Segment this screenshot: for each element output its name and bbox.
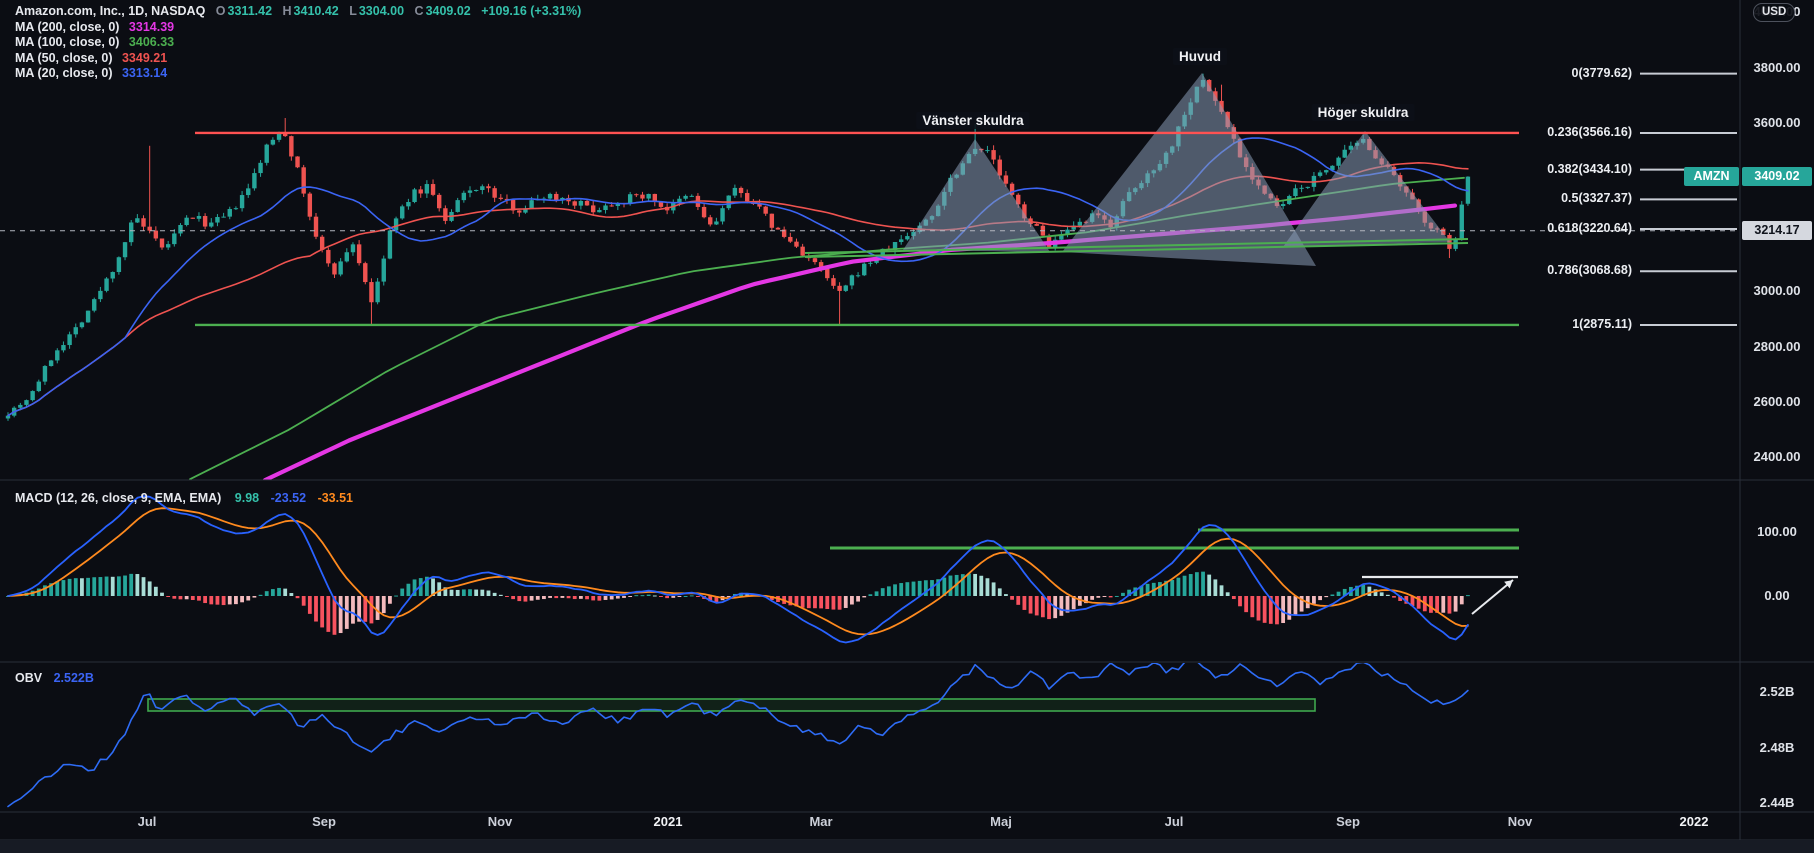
macd-hist-value: 9.98 [235,491,259,505]
time-tick: 2022 [1680,814,1709,829]
ma200-label: MA (200, close, 0) [15,20,119,34]
ma200-value: 3314.39 [129,20,174,34]
macd-legend-row[interactable]: MACD (12, 26, close, 9, EMA, EMA) 9.98 -… [15,491,353,507]
macd-line-value: -23.52 [271,491,306,505]
macd-pane[interactable] [6,496,1519,642]
fib-level-label: 0.786(3068.68) [1547,263,1632,277]
time-tick: Maj [990,814,1012,829]
high-key: H [283,4,292,18]
pattern-triangle-left-shoulder[interactable] [903,139,1050,252]
chart-canvas[interactable] [0,0,1814,853]
obv-legend-row[interactable]: OBV 2.522B [15,671,94,687]
macd-tick: 0.00 [1742,588,1812,603]
macd-tick: 100.00 [1742,524,1812,539]
fib-level-label: 0.382(3434.10) [1547,162,1632,176]
ma20-legend-row[interactable]: MA (20, close, 0) 3313.14 [15,66,581,82]
prev-close-tag: 3214.17 [1742,221,1812,240]
ma50-value: 3349.21 [122,51,167,65]
price-tick: 3000.00 [1742,283,1812,298]
ma50-legend-row[interactable]: MA (50, close, 0) 3349.21 [15,51,581,67]
open-value: 3311.42 [228,4,273,18]
time-tick: Nov [488,814,513,829]
time-tick: Sep [1336,814,1360,829]
time-tick: Mar [809,814,832,829]
obv-pane[interactable] [8,660,1468,807]
price-tick: 2400.00 [1742,449,1812,464]
time-tick: Jul [138,814,157,829]
currency-toggle-button[interactable]: USD [1753,3,1795,22]
time-tick: 2021 [654,814,683,829]
price-tick: 2600.00 [1742,394,1812,409]
obv-tick: 2.48B [1742,740,1812,755]
ma20-value: 3313.14 [122,66,167,80]
trading-chart: Amazon.com, Inc., 1D, NASDAQ O3311.42 H3… [0,0,1814,853]
pattern-label[interactable]: Vänster skuldra [916,112,1029,129]
symbol-title: Amazon.com, Inc., 1D, NASDAQ [15,4,205,18]
obv-tick: 2.44B [1742,795,1812,810]
ma100-value: 3406.33 [129,35,174,49]
macd-signal-value: -33.51 [318,491,353,505]
time-axis-strip[interactable] [0,840,1814,853]
change-value: +109.16 (+3.31%) [481,4,581,18]
ma20-label: MA (20, close, 0) [15,66,113,80]
macd-label: MACD (12, 26, close, 9, EMA, EMA) [15,491,221,505]
low-value: 3304.00 [359,4,404,18]
last-price-tag: 3409.02 [1742,167,1812,186]
pattern-label[interactable]: Huvud [1173,48,1227,65]
time-tick: Jul [1165,814,1184,829]
price-tick: 3800.00 [1742,60,1812,75]
fib-level-label: 1(2875.11) [1572,317,1632,331]
fib-level-label: 0.236(3566.16) [1547,125,1632,139]
chart-chrome [0,0,1814,840]
symbol-legend-row[interactable]: Amazon.com, Inc., 1D, NASDAQ O3311.42 H3… [15,4,581,20]
price-tick: 3600.00 [1742,115,1812,130]
ma100-legend-row[interactable]: MA (100, close, 0) 3406.33 [15,35,581,51]
fib-level-label: 0.618(3220.64) [1547,221,1632,235]
fib-level-label: 0.5(3327.37) [1561,191,1632,205]
price-pane[interactable] [0,73,1740,480]
time-tick: Nov [1508,814,1533,829]
low-key: L [349,4,357,18]
obv-label: OBV [15,671,42,685]
close-key: C [415,4,424,18]
high-value: 3410.42 [294,4,339,18]
obv-tick: 2.52B [1742,684,1812,699]
pattern-triangle-head[interactable] [1062,73,1316,266]
ma100-label: MA (100, close, 0) [15,35,119,49]
time-tick: Sep [312,814,336,829]
ma200-legend-row[interactable]: MA (200, close, 0) 3314.39 [15,20,581,36]
close-value: 3409.02 [426,4,471,18]
pattern-label[interactable]: Höger skuldra [1312,104,1415,121]
price-tick: 2800.00 [1742,339,1812,354]
obv-value: 2.522B [54,671,94,685]
fib-level-label: 0(3779.62) [1572,66,1632,80]
symbol-price-flag: AMZN [1684,167,1739,186]
main-legend: Amazon.com, Inc., 1D, NASDAQ O3311.42 H3… [15,4,581,82]
ma50-label: MA (50, close, 0) [15,51,113,65]
open-key: O [216,4,226,18]
